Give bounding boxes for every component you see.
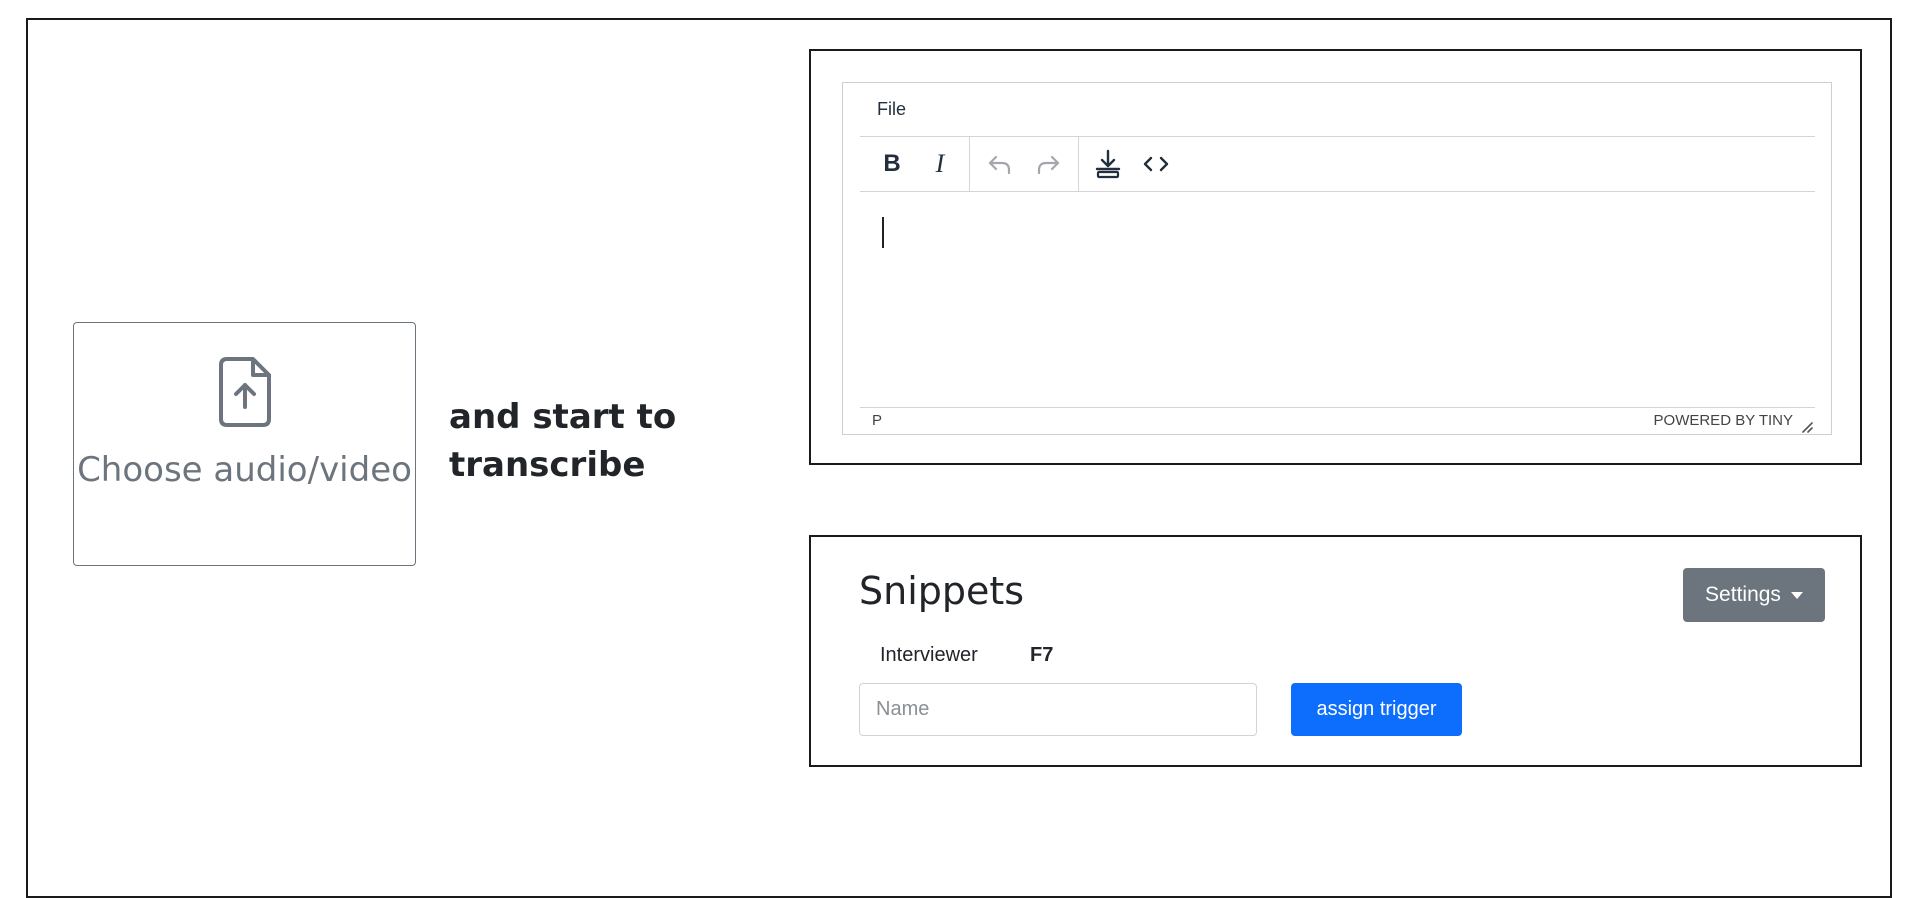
- text-caret: [882, 217, 884, 248]
- tools-group: [1088, 137, 1176, 191]
- settings-label: Settings: [1705, 583, 1781, 606]
- settings-dropdown-button[interactable]: Settings: [1683, 568, 1825, 622]
- undo-button[interactable]: [980, 144, 1020, 184]
- start-transcribe-hint: and start to transcribe: [449, 397, 677, 485]
- element-path[interactable]: P: [872, 412, 882, 429]
- snippet-name: Interviewer: [880, 644, 978, 666]
- snippets-title: Snippets: [859, 569, 1025, 613]
- rich-text-editor: File B I P POWERED BY TINY: [842, 82, 1832, 435]
- snippet-item: Interviewer F7: [880, 644, 1053, 667]
- bold-icon: B: [883, 150, 901, 177]
- redo-icon: [1037, 155, 1060, 175]
- download-button[interactable]: [1088, 144, 1128, 184]
- powered-by-link[interactable]: POWERED BY TINY: [1654, 412, 1793, 429]
- editor-toolbar: B I: [860, 137, 1815, 192]
- assign-trigger-button[interactable]: assign trigger: [1291, 683, 1462, 736]
- editor-statusbar: P POWERED BY TINY: [860, 407, 1815, 435]
- menu-file[interactable]: File: [877, 99, 906, 120]
- editor-menubar: File: [860, 83, 1815, 137]
- caret-down-icon: [1790, 591, 1803, 599]
- choose-media-label: Choose audio/video: [77, 450, 412, 490]
- toolbar-separator: [1078, 137, 1079, 191]
- resize-handle-icon[interactable]: [1799, 419, 1813, 433]
- snippets-panel: Snippets Settings Interviewer F7 assign …: [809, 535, 1862, 767]
- snippet-name-input[interactable]: [859, 683, 1257, 736]
- redo-button[interactable]: [1028, 144, 1068, 184]
- italic-icon: I: [935, 149, 945, 178]
- code-icon: [1143, 156, 1169, 172]
- source-code-button[interactable]: [1136, 144, 1176, 184]
- toolbar-separator: [969, 137, 970, 191]
- editor-panel: File B I P POWERED BY TINY: [809, 49, 1862, 465]
- italic-button[interactable]: I: [920, 144, 960, 184]
- undo-icon: [988, 155, 1011, 175]
- choose-media-button[interactable]: Choose audio/video: [73, 322, 416, 566]
- bold-button[interactable]: B: [872, 144, 912, 184]
- download-icon: [1095, 149, 1121, 179]
- file-upload-icon: [218, 357, 271, 427]
- snippet-trigger: F7: [1030, 644, 1054, 666]
- history-group: [980, 137, 1068, 191]
- editor-content[interactable]: [860, 192, 1815, 407]
- format-group: B I: [872, 137, 960, 191]
